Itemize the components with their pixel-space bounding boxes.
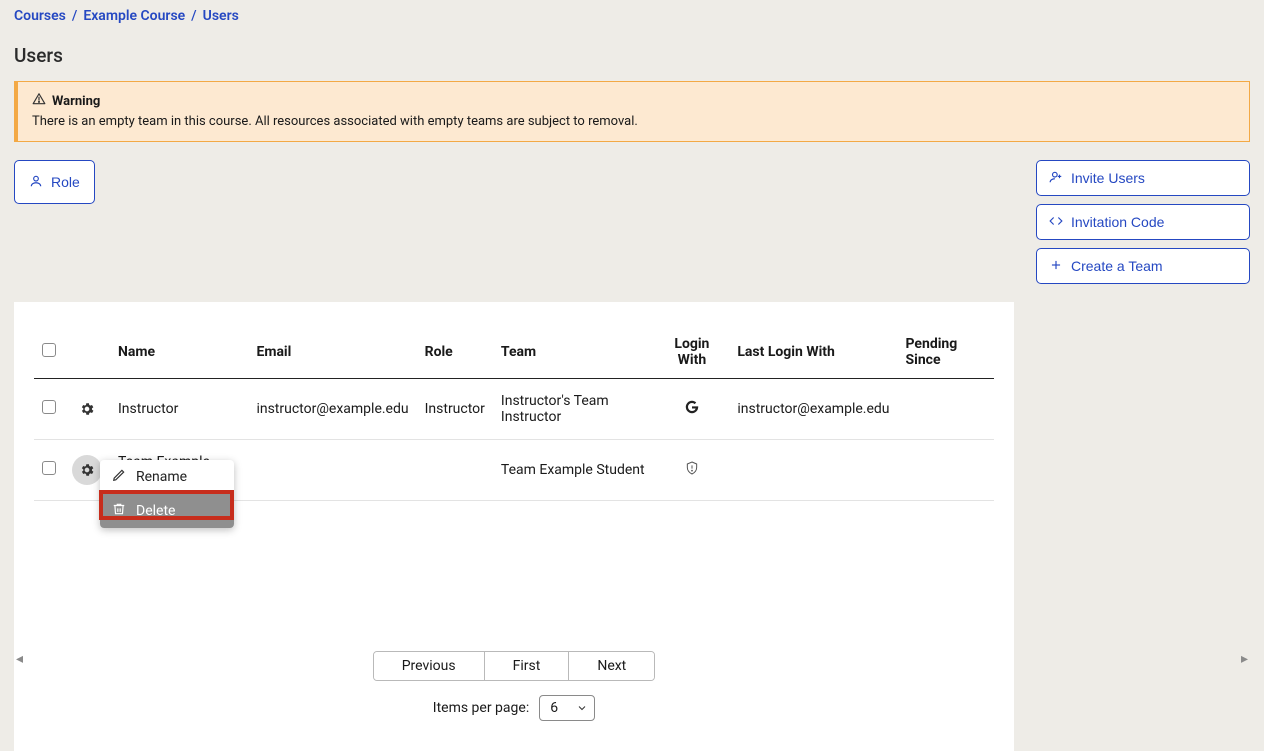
- col-name: Name: [110, 326, 248, 379]
- cell-email: [248, 440, 416, 501]
- menu-item-delete-label: Delete: [136, 503, 175, 519]
- col-login-with: Login With: [654, 326, 729, 379]
- menu-item-rename-label: Rename: [136, 469, 187, 485]
- cell-team: Instructor's Team Instructor: [493, 379, 655, 440]
- items-per-page-label: Items per page:: [433, 700, 529, 716]
- col-email: Email: [248, 326, 416, 379]
- page-title: Users: [14, 44, 1250, 67]
- row-checkbox[interactable]: [42, 461, 56, 475]
- breadcrumb-separator: /: [72, 8, 77, 24]
- invite-users-label: Invite Users: [1071, 170, 1145, 186]
- user-icon: [29, 174, 43, 191]
- col-last-login-with: Last Login With: [729, 326, 897, 379]
- person-add-icon: [1049, 170, 1063, 187]
- breadcrumb-link-courses[interactable]: Courses: [14, 8, 66, 24]
- invitation-code-label: Invitation Code: [1071, 214, 1164, 230]
- menu-item-rename[interactable]: Rename: [100, 460, 234, 494]
- cell-email: instructor@example.edu: [248, 379, 416, 440]
- pagination-first[interactable]: First: [485, 652, 570, 680]
- row-actions-gear[interactable]: [72, 394, 102, 424]
- invite-users-button[interactable]: Invite Users: [1036, 160, 1250, 196]
- invitation-code-button[interactable]: Invitation Code: [1036, 204, 1250, 240]
- col-role: Role: [417, 326, 493, 379]
- google-icon: [662, 399, 721, 415]
- cell-pending-since: [898, 379, 995, 440]
- scroll-right-arrow[interactable]: ▸: [1241, 651, 1248, 667]
- warning-banner: Warning There is an empty team in this c…: [14, 81, 1250, 142]
- cell-pending-since: [898, 440, 995, 501]
- code-icon: [1049, 214, 1063, 231]
- cell-last-login: [729, 440, 897, 501]
- pagination-group: Previous First Next: [373, 651, 656, 681]
- items-per-page-select[interactable]: 6: [539, 695, 595, 721]
- scroll-left-arrow[interactable]: ◂: [16, 651, 23, 667]
- role-filter-label: Role: [51, 174, 80, 190]
- pagination-previous[interactable]: Previous: [374, 652, 485, 680]
- cell-role: [417, 440, 493, 501]
- warning-title: Warning: [52, 94, 100, 109]
- breadcrumb-link-course[interactable]: Example Course: [83, 8, 185, 24]
- breadcrumb-separator: /: [191, 8, 196, 24]
- col-team: Team: [493, 326, 655, 379]
- items-per-page-value: 6: [550, 700, 558, 716]
- breadcrumb-link-users[interactable]: Users: [203, 8, 239, 24]
- table-row: Instructor instructor@example.edu Instru…: [34, 379, 994, 440]
- users-table-card: Name Email Role Team Login With Last Log…: [14, 302, 1014, 751]
- row-checkbox[interactable]: [42, 400, 56, 414]
- row-actions-gear[interactable]: [72, 455, 102, 485]
- menu-item-delete[interactable]: Delete: [100, 494, 234, 528]
- select-all-checkbox[interactable]: [42, 343, 56, 357]
- pencil-icon: [112, 468, 126, 486]
- cell-role: Instructor: [417, 379, 493, 440]
- cell-team: Team Example Student: [493, 440, 655, 501]
- role-filter-button[interactable]: Role: [14, 160, 95, 204]
- cell-name: Instructor: [110, 379, 248, 440]
- shield-icon: [662, 460, 721, 476]
- chevron-down-icon: [576, 702, 588, 714]
- pagination-next[interactable]: Next: [569, 652, 654, 680]
- plus-icon: [1049, 258, 1063, 275]
- gear-icon: [79, 401, 95, 417]
- warning-icon: [32, 92, 46, 110]
- warning-message: There is an empty team in this course. A…: [32, 114, 1235, 129]
- create-team-button[interactable]: Create a Team: [1036, 248, 1250, 284]
- row-context-menu: Rename Delete: [100, 460, 234, 528]
- trash-icon: [112, 502, 126, 520]
- breadcrumb: Courses / Example Course / Users: [14, 8, 1250, 24]
- cell-last-login: instructor@example.edu: [729, 379, 897, 440]
- create-team-label: Create a Team: [1071, 258, 1163, 274]
- gear-icon: [79, 462, 95, 478]
- col-pending-since: Pending Since: [898, 326, 995, 379]
